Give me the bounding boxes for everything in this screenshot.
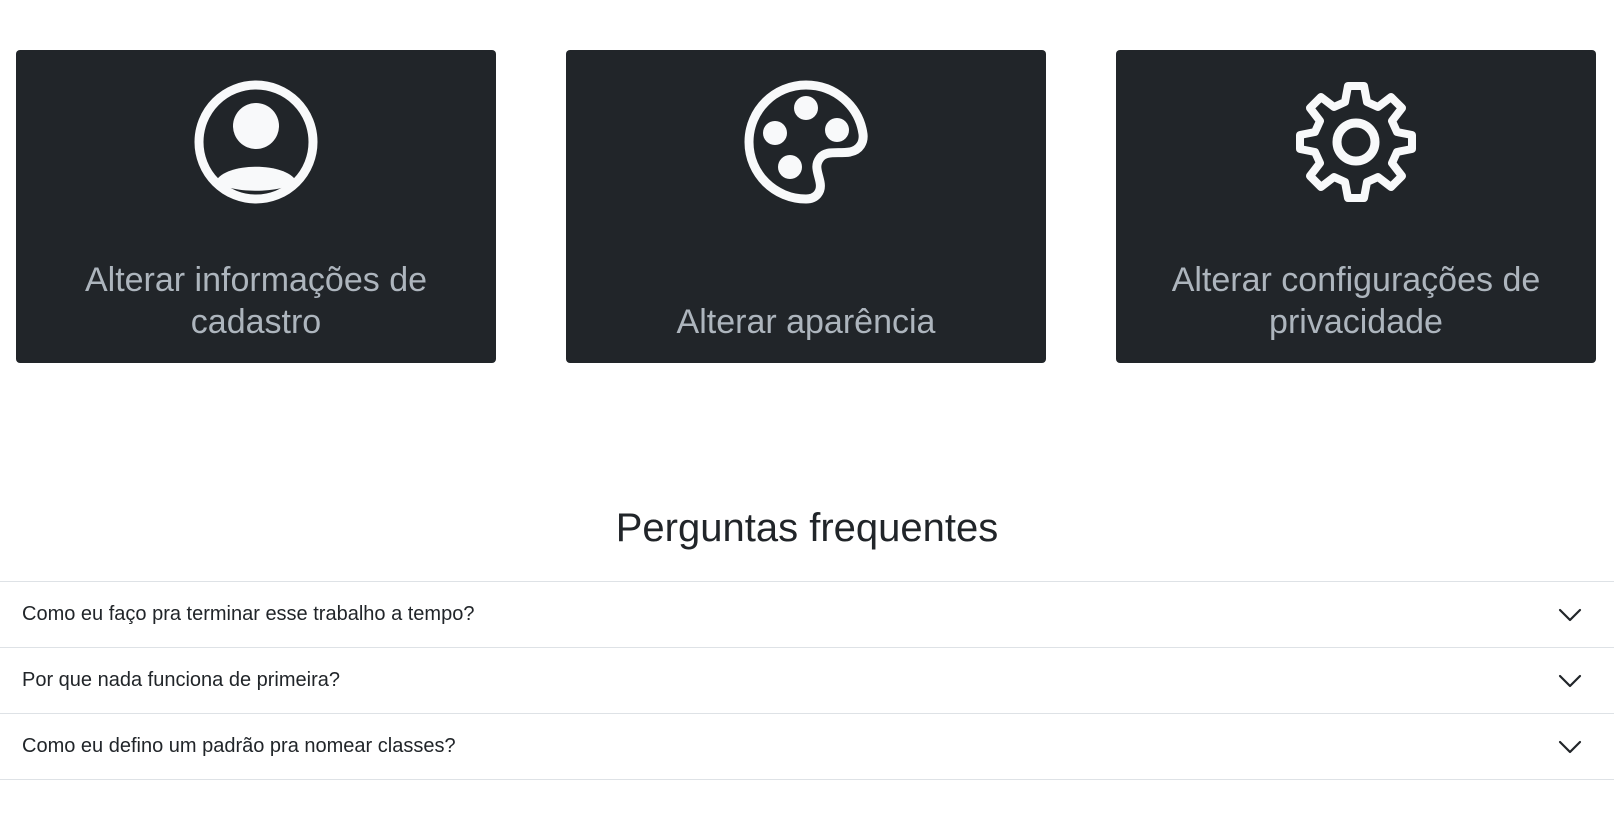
card-edit-profile[interactable]: Alterar informações de cadastro — [16, 50, 496, 363]
faq-item[interactable]: Como eu defino um padrão pra nomear clas… — [0, 714, 1614, 780]
card-change-appearance[interactable]: Alterar aparência — [566, 50, 1046, 363]
faq-item[interactable]: Como eu faço pra terminar esse trabalho … — [0, 582, 1614, 648]
faq-title: Perguntas frequentes — [615, 506, 999, 550]
settings-cards: Alterar informações de cadastro Alterar … — [0, 0, 1614, 380]
card-label: Alterar configurações de privacidade — [1171, 261, 1541, 341]
card-privacy-settings[interactable]: Alterar configurações de privacidade — [1116, 50, 1596, 363]
faq-item[interactable]: Por que nada funciona de primeira? — [0, 648, 1614, 714]
card-label: Alterar aparência — [676, 303, 936, 341]
faq-question: Como eu defino um padrão pra nomear clas… — [22, 735, 456, 757]
faq-question: Por que nada funciona de primeira? — [22, 669, 340, 691]
faq-accordion: Como eu faço pra terminar esse trabalho … — [0, 581, 1614, 780]
gear-icon — [1116, 78, 1596, 206]
user-circle-icon — [16, 78, 496, 206]
palette-icon — [566, 78, 1046, 206]
card-label: Alterar informações de cadastro — [84, 261, 428, 341]
faq-question: Como eu faço pra terminar esse trabalho … — [22, 603, 475, 625]
chevron-down-icon — [1558, 740, 1582, 753]
chevron-down-icon — [1558, 674, 1582, 687]
chevron-down-icon — [1558, 608, 1582, 621]
